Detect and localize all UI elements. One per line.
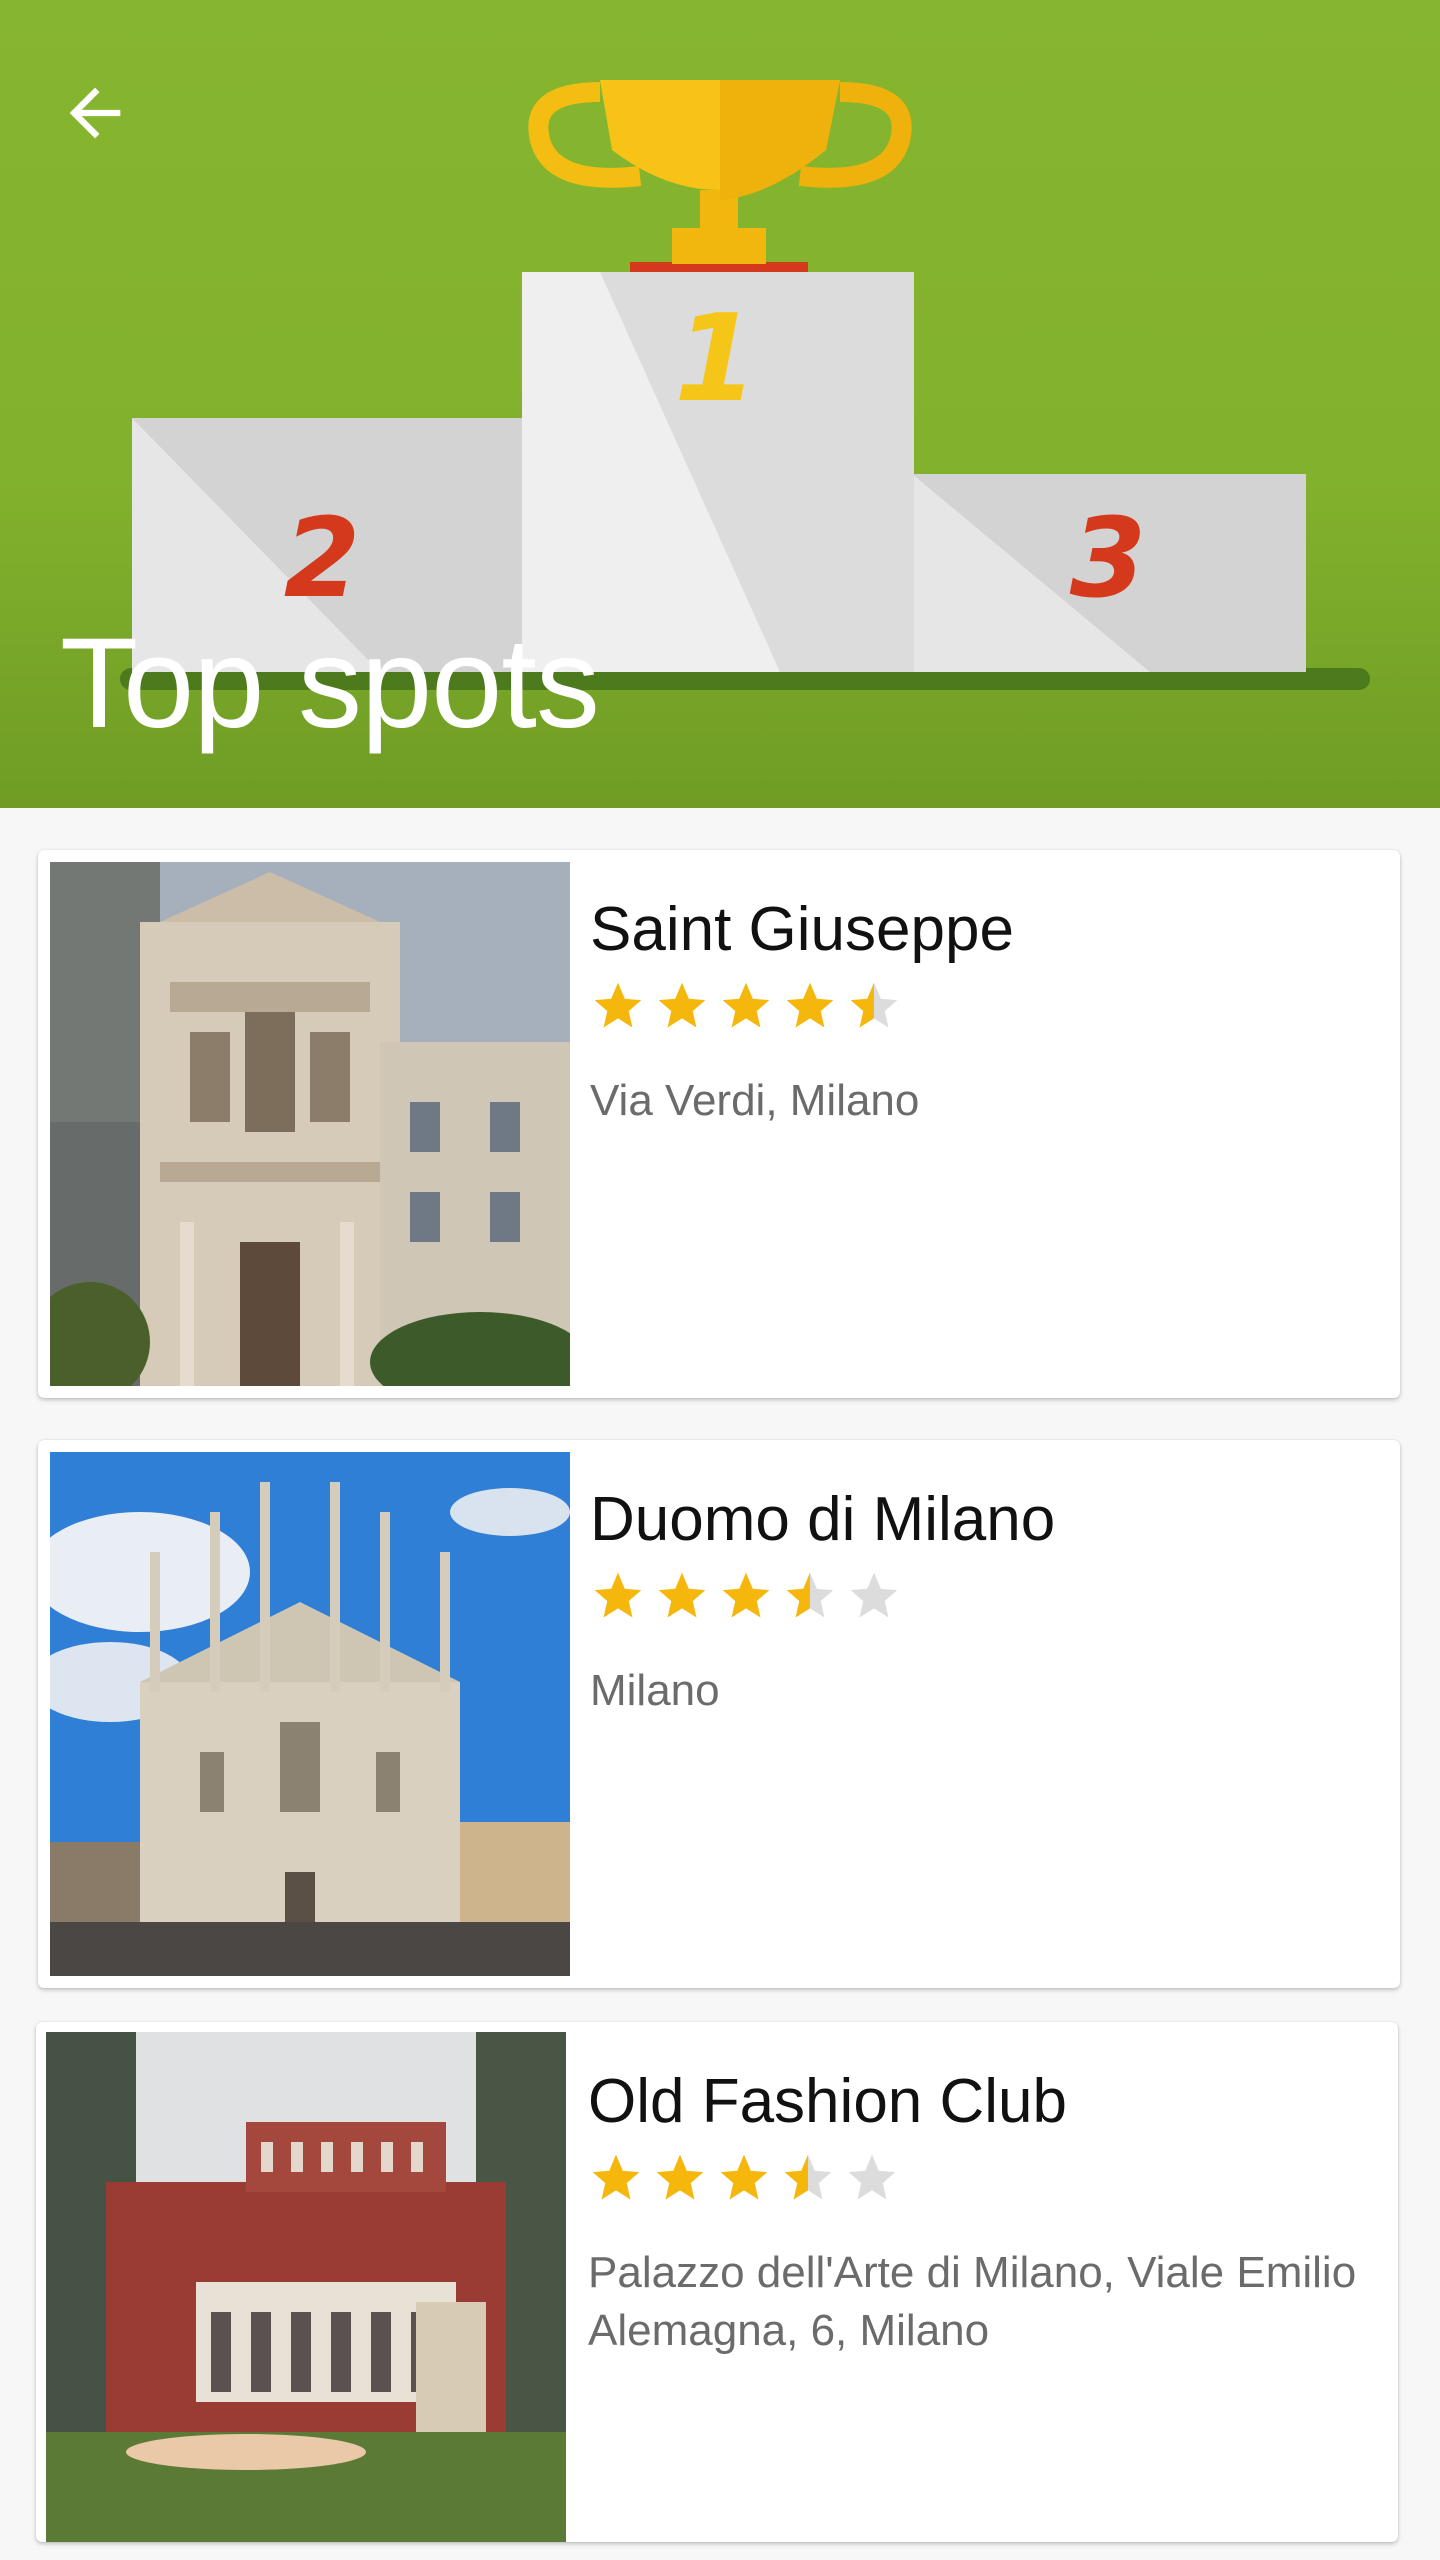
page-title: Top spots xyxy=(60,612,600,755)
star-icon xyxy=(594,1572,642,1618)
rating-stars xyxy=(590,978,902,1042)
star-icon xyxy=(720,2154,768,2200)
list-item[interactable]: Duomo di Milano Milano xyxy=(38,1440,1400,1988)
svg-text:1: 1 xyxy=(674,290,758,429)
spot-address: Palazzo dell'Arte di Milano, Viale Emili… xyxy=(588,2248,1357,2355)
app-header: 2 3 1 Top spots xyxy=(0,0,1440,808)
star-icon xyxy=(592,2154,640,2200)
star-icon xyxy=(786,1572,834,1618)
star-icon xyxy=(722,1572,770,1618)
star-icon xyxy=(848,2154,896,2200)
spot-photo xyxy=(46,2032,566,2542)
star-icon xyxy=(850,1572,898,1618)
star-icon xyxy=(656,2154,704,2200)
spot-address: Milano xyxy=(590,1666,720,1715)
spot-address: Via Verdi, Milano xyxy=(590,1076,920,1125)
star-icon xyxy=(594,982,642,1028)
svg-text:3: 3 xyxy=(1070,494,1147,622)
star-icon xyxy=(850,982,898,1028)
rating-stars xyxy=(588,2150,900,2214)
list-item[interactable]: Saint Giuseppe Via Verdi, Milano xyxy=(38,850,1400,1398)
star-icon xyxy=(722,982,770,1028)
arrow-back-icon xyxy=(69,87,121,139)
star-icon xyxy=(658,1572,706,1618)
star-icon xyxy=(784,2154,832,2200)
rating-stars xyxy=(590,1568,902,1632)
spot-name: Duomo di Milano xyxy=(590,1485,1056,1554)
list-item[interactable]: Old Fashion Club Palazzo dell'Arte di Mi… xyxy=(36,2022,1398,2542)
star-icon xyxy=(786,982,834,1028)
spot-photo xyxy=(50,1452,570,1976)
spot-name: Old Fashion Club xyxy=(588,2067,1068,2136)
spot-name: Saint Giuseppe xyxy=(590,895,1014,964)
svg-text:2: 2 xyxy=(284,494,361,622)
star-icon xyxy=(658,982,706,1028)
back-button[interactable] xyxy=(40,58,150,168)
spot-photo xyxy=(50,862,570,1386)
